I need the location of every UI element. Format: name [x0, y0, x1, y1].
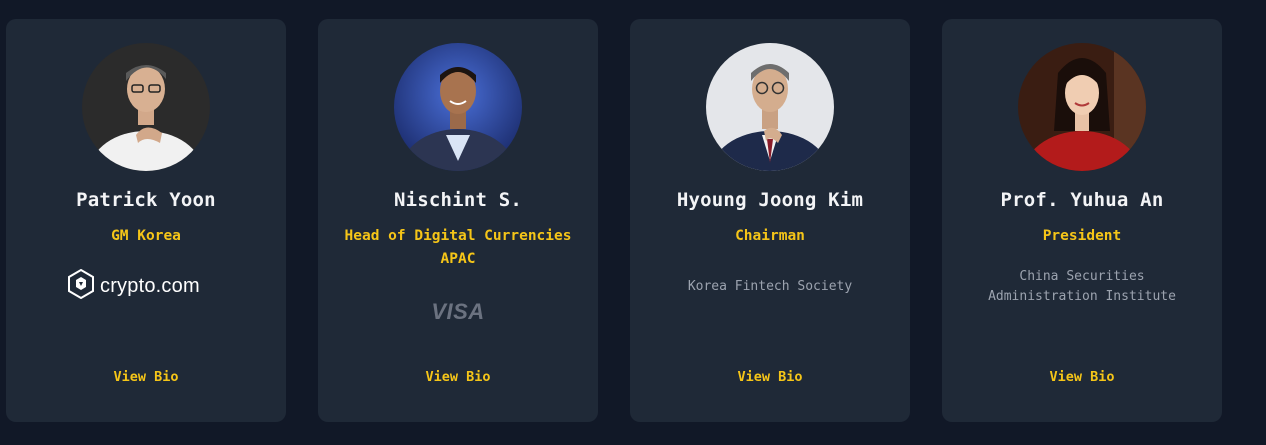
view-bio-link[interactable]: View Bio: [318, 369, 598, 385]
crypto-com-wordmark: crypto.com: [100, 274, 200, 297]
speaker-name: Nischint S.: [393, 189, 523, 211]
speaker-card: Prof. Yuhua An President China Securitie…: [942, 19, 1222, 422]
organization-logo: VISA: [431, 299, 485, 324]
speaker-role: Chairman: [735, 228, 805, 244]
speaker-photo: [394, 43, 522, 171]
speaker-photo: [82, 43, 210, 171]
organization-name: China Securities Administration Institut…: [988, 269, 1176, 304]
speaker-card: Patrick Yoon GM Korea crypto.com View Bi…: [6, 19, 286, 422]
speaker-photo: [1018, 43, 1146, 171]
speaker-photo: [706, 43, 834, 171]
speakers-row: Patrick Yoon GM Korea crypto.com View Bi…: [0, 0, 1266, 445]
crypto-com-lion-shield-icon: [68, 268, 94, 303]
speaker-card: Hyoung Joong Kim Chairman Korea Fintech …: [630, 19, 910, 422]
speaker-role: President: [1042, 228, 1122, 244]
speaker-name: Prof. Yuhua An: [1000, 189, 1164, 211]
organization-logo: crypto.com: [68, 268, 200, 303]
speaker-name: Hyoung Joong Kim: [676, 189, 864, 211]
view-bio-link[interactable]: View Bio: [630, 369, 910, 385]
speaker-card: Nischint S. Head of Digital Currencies A…: [318, 19, 598, 422]
view-bio-link[interactable]: View Bio: [942, 369, 1222, 385]
speaker-name: Patrick Yoon: [76, 189, 216, 211]
speaker-role: GM Korea: [111, 228, 181, 244]
speaker-role: Head of Digital Currencies APAC: [344, 228, 572, 267]
organization-name: Korea Fintech Society: [687, 279, 853, 294]
view-bio-link[interactable]: View Bio: [6, 369, 286, 385]
